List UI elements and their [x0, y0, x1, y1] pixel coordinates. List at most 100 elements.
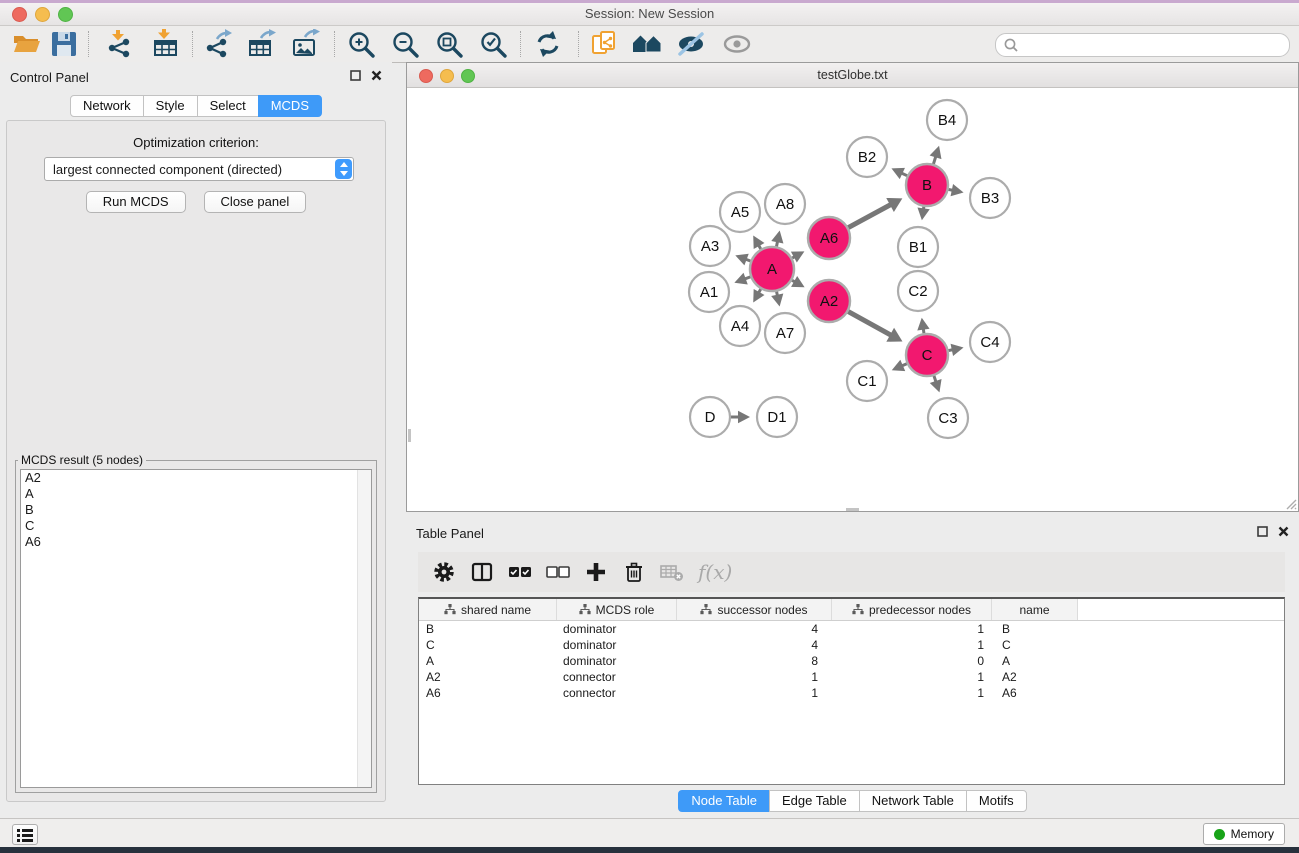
table-cell[interactable]: 4	[677, 621, 832, 637]
table-cell[interactable]: 1	[832, 669, 992, 685]
result-item-a2[interactable]: A2	[21, 470, 371, 486]
result-item-a6[interactable]: A6	[21, 534, 371, 550]
graph-node-label-B: B	[922, 177, 932, 194]
graph-node-label-C: C	[922, 347, 933, 364]
table-cell[interactable]: 1	[832, 621, 992, 637]
desktop-edge-bottom	[0, 847, 1299, 853]
close-panel-icon[interactable]	[371, 70, 382, 81]
float-table-panel-icon[interactable]	[1257, 526, 1268, 537]
save-session-icon[interactable]	[49, 29, 79, 59]
float-panel-icon[interactable]	[350, 70, 361, 81]
table-settings-gear-icon[interactable]	[432, 560, 456, 584]
import-table-icon[interactable]	[151, 29, 181, 59]
add-column-icon[interactable]	[584, 560, 608, 584]
column-header-shared-name[interactable]: shared name	[419, 599, 557, 620]
column-header-name[interactable]: name	[992, 599, 1078, 620]
table-cell[interactable]: dominator	[557, 653, 677, 669]
table-cell[interactable]: 0	[832, 653, 992, 669]
search-input[interactable]	[1019, 36, 1289, 54]
table-cell[interactable]: C	[992, 637, 1078, 653]
table-cell[interactable]: 1	[677, 685, 832, 701]
table-cell[interactable]: 4	[677, 637, 832, 653]
graph-edge-A2-C[interactable]	[848, 312, 892, 336]
show-graphics-details-icon[interactable]	[722, 29, 752, 59]
zoom-in-icon[interactable]	[346, 29, 376, 59]
tab-node-table[interactable]: Node Table	[678, 790, 770, 812]
table-cell[interactable]: A	[992, 653, 1078, 669]
table-cell[interactable]: B	[992, 621, 1078, 637]
tab-select[interactable]: Select	[197, 95, 259, 117]
status-bar: Memory	[0, 818, 1299, 848]
deselect-all-icon[interactable]	[546, 560, 570, 584]
table-cell[interactable]: B	[419, 621, 557, 637]
toolbar-separator	[578, 31, 579, 57]
table-cell[interactable]: 8	[677, 653, 832, 669]
graph-node-label-B4: B4	[938, 112, 956, 129]
graph-node-label-C4: C4	[980, 334, 999, 351]
table-cell[interactable]: A	[419, 653, 557, 669]
table-cell[interactable]: A2	[992, 669, 1078, 685]
table-cell[interactable]: dominator	[557, 621, 677, 637]
table-cell[interactable]: 1	[832, 685, 992, 701]
graph-node-label-A1: A1	[700, 284, 718, 301]
column-view-icon[interactable]	[470, 560, 494, 584]
delete-column-icon[interactable]	[622, 560, 646, 584]
resize-grip-icon[interactable]	[1283, 496, 1297, 510]
table-cell[interactable]: connector	[557, 685, 677, 701]
tab-network-table[interactable]: Network Table	[859, 790, 967, 812]
mcds-result-list: A2ABCA6	[20, 469, 372, 788]
table-cell[interactable]: A6	[992, 685, 1078, 701]
tab-edge-table[interactable]: Edge Table	[769, 790, 860, 812]
open-session-icon[interactable]	[12, 29, 42, 59]
vertical-scroll-indicator[interactable]	[408, 429, 411, 442]
graph-edge-A6-B[interactable]	[848, 204, 891, 228]
tab-style[interactable]: Style	[143, 95, 198, 117]
function-builder-icon: f(x)	[698, 560, 732, 584]
table-cell[interactable]: A6	[419, 685, 557, 701]
hide-graphics-details-icon[interactable]	[676, 29, 706, 59]
zoom-fit-icon[interactable]	[434, 29, 464, 59]
export-image-icon[interactable]	[291, 29, 321, 59]
select-all-icon[interactable]	[508, 560, 532, 584]
table-cell[interactable]: connector	[557, 669, 677, 685]
graph-edge-arrowhead-icon	[951, 344, 964, 356]
graph-node-label-C3: C3	[938, 410, 957, 427]
clone-network-icon[interactable]	[590, 29, 620, 59]
export-table-icon[interactable]	[247, 29, 277, 59]
column-header-mcds-role[interactable]: MCDS role	[557, 599, 677, 620]
table-cell[interactable]: dominator	[557, 637, 677, 653]
close-panel-button[interactable]: Close panel	[204, 191, 307, 213]
result-item-b[interactable]: B	[21, 502, 371, 518]
refresh-view-icon[interactable]	[533, 29, 563, 59]
table-cell[interactable]: C	[419, 637, 557, 653]
table-cell[interactable]: 1	[832, 637, 992, 653]
toolbar-separator	[192, 31, 193, 57]
import-network-icon[interactable]	[105, 29, 135, 59]
horizontal-scroll-indicator[interactable]	[846, 508, 859, 511]
home-view-icon[interactable]	[632, 29, 662, 59]
table-row: Adominator80A	[419, 653, 1284, 669]
memory-button[interactable]: Memory	[1203, 823, 1285, 845]
optimization-criterion-select[interactable]: largest connected component (directed)	[44, 157, 354, 181]
table-cell[interactable]: 1	[677, 669, 832, 685]
tab-mcds[interactable]: MCDS	[258, 95, 322, 117]
close-table-panel-icon[interactable]	[1278, 526, 1289, 537]
result-item-a[interactable]: A	[21, 486, 371, 502]
run-mcds-button[interactable]: Run MCDS	[86, 191, 186, 213]
result-scrollbar[interactable]	[357, 470, 371, 787]
table-cell[interactable]: A2	[419, 669, 557, 685]
column-header-predecessor-nodes[interactable]: predecessor nodes	[832, 599, 992, 620]
table-panel-tabs: Node TableEdge TableNetwork TableMotifs	[406, 790, 1299, 812]
result-item-c[interactable]: C	[21, 518, 371, 534]
column-header-successor-nodes[interactable]: successor nodes	[677, 599, 832, 620]
network-graph-canvas[interactable]: B4B2BB3A8A5A6A3B1AA1C2A2A4A7C4CC1DD1C3	[407, 87, 1298, 511]
task-history-button[interactable]	[12, 824, 38, 845]
attribute-type-icon	[852, 604, 864, 615]
tab-network[interactable]: Network	[70, 95, 144, 117]
graph-node-label-D1: D1	[767, 409, 786, 426]
zoom-selected-icon[interactable]	[478, 29, 508, 59]
graph-node-label-B3: B3	[981, 190, 999, 207]
zoom-out-icon[interactable]	[390, 29, 420, 59]
export-network-icon[interactable]	[203, 29, 233, 59]
tab-motifs[interactable]: Motifs	[966, 790, 1027, 812]
